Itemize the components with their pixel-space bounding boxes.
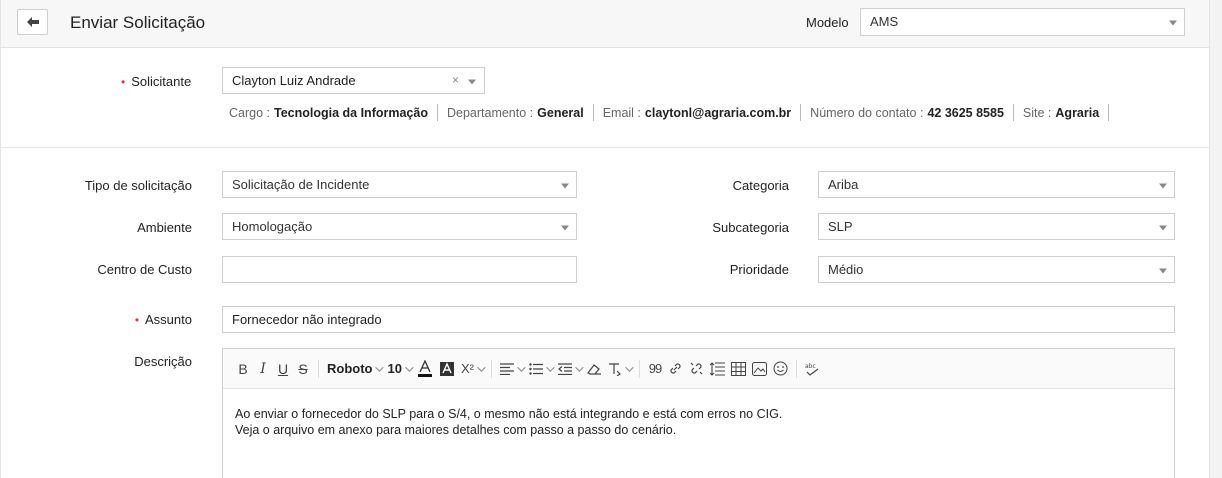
subject-input[interactable]: Fornecedor não integrado <box>222 306 1175 333</box>
toolbar-divider <box>490 359 492 378</box>
category-value: Ariba <box>828 177 859 192</box>
requester-label: • Solicitante <box>121 74 192 89</box>
request-type-value: Solicitação de Incidente <box>232 177 370 192</box>
required-marker: • <box>121 75 126 89</box>
description-editor: B I U S Roboto 10 X² 99 abc Ao enviar o … <box>222 348 1175 478</box>
toolbar-divider <box>795 359 797 378</box>
requester-role: Cargo : Tecnologia da Informação <box>229 104 438 121</box>
template-select-value: AMS <box>870 14 899 29</box>
eraser-icon[interactable] <box>584 356 605 382</box>
environment-select[interactable]: Homologação <box>222 213 577 240</box>
italic-button[interactable]: I <box>253 356 273 382</box>
svg-text:abc: abc <box>805 363 816 370</box>
cost-center-label: Centro de Custo <box>97 262 192 277</box>
unlink-icon[interactable] <box>686 356 707 382</box>
request-type-label: Tipo de solicitação <box>84 178 192 193</box>
clear-format-icon[interactable] <box>605 356 634 382</box>
clear-icon[interactable]: × <box>452 73 459 87</box>
requester-email: Email : claytonl@agraria.com.br <box>603 104 802 121</box>
bold-button[interactable]: B <box>233 356 253 382</box>
highlight-color-icon[interactable] <box>436 356 458 382</box>
template-select[interactable]: AMS <box>860 8 1185 36</box>
section-divider <box>1 147 1209 148</box>
editor-toolbar: B I U S Roboto 10 X² 99 abc <box>223 349 1174 389</box>
category-label: Categoria <box>732 178 789 193</box>
subcategory-select[interactable]: SLP <box>818 213 1175 240</box>
subcategory-label: Subcategoria <box>712 220 789 235</box>
chevron-down-icon <box>1159 183 1167 188</box>
request-type-select[interactable]: Solicitação de Incidente <box>222 171 577 198</box>
arrow-left-icon <box>26 15 39 30</box>
chevron-down-icon <box>561 225 569 230</box>
requester-phone: Número do contato :42 3625 8585 <box>810 104 1014 121</box>
back-button[interactable] <box>17 9 48 35</box>
requester-site: Site : Agraria <box>1023 104 1110 121</box>
chevron-down-icon <box>1169 20 1177 26</box>
category-select[interactable]: Ariba <box>818 171 1175 198</box>
chevron-down-icon <box>1159 225 1167 230</box>
scrollbar-track[interactable] <box>1210 0 1222 478</box>
subject-label: • Assunto <box>134 312 192 327</box>
toolbar-divider <box>638 359 640 378</box>
priority-label: Prioridade <box>729 262 789 277</box>
align-icon[interactable] <box>497 356 526 382</box>
environment-label: Ambiente <box>137 220 192 235</box>
chevron-down-icon <box>468 79 476 84</box>
template-label: Modelo <box>806 15 849 30</box>
font-size-dropdown[interactable]: 10 <box>384 356 413 382</box>
toolbar-divider <box>318 359 319 378</box>
link-icon[interactable] <box>665 356 686 382</box>
requester-value: Clayton Luiz Andrade <box>232 73 356 88</box>
page-title: Enviar Solicitação <box>70 13 206 32</box>
chevron-down-icon <box>1159 268 1167 273</box>
description-line: Ao enviar o fornecedor do SLP para o S/4… <box>235 407 783 421</box>
font-family-dropdown[interactable]: Roboto <box>324 356 384 382</box>
request-form-page: Enviar Solicitação Modelo AMS • Solicitan… <box>0 0 1210 478</box>
requester-department: Departamento : General <box>447 104 594 121</box>
indent-icon[interactable] <box>555 356 584 382</box>
description-text-area[interactable]: Ao enviar o fornecedor do SLP para o S/4… <box>223 389 1174 455</box>
quote-icon[interactable]: 99 <box>645 356 665 382</box>
font-color-icon[interactable] <box>414 356 436 382</box>
description-label: Descrição <box>134 354 192 369</box>
priority-select[interactable]: Médio <box>818 256 1175 283</box>
requester-select[interactable]: Clayton Luiz Andrade × <box>222 67 485 94</box>
superscript-dropdown[interactable]: X² <box>458 356 486 382</box>
environment-value: Homologação <box>232 219 313 234</box>
cost-center-input[interactable] <box>222 256 577 283</box>
table-icon[interactable] <box>728 356 749 382</box>
spellcheck-icon[interactable]: abc <box>802 356 824 382</box>
image-icon[interactable] <box>749 356 770 382</box>
page-header: Enviar Solicitação Modelo AMS <box>1 0 1209 48</box>
strikethrough-button[interactable]: S <box>293 356 313 382</box>
underline-button[interactable]: U <box>273 356 293 382</box>
emoji-icon[interactable] <box>770 356 791 382</box>
requester-details: Cargo : Tecnologia da Informação Departam… <box>229 104 1118 121</box>
subcategory-value: SLP <box>828 219 853 234</box>
line-height-icon[interactable] <box>707 356 728 382</box>
required-marker: • <box>134 313 140 327</box>
list-icon[interactable] <box>526 356 555 382</box>
description-line: Veja o arquivo em anexo para maiores det… <box>235 423 677 437</box>
chevron-down-icon <box>561 183 569 188</box>
priority-value: Médio <box>828 262 864 277</box>
